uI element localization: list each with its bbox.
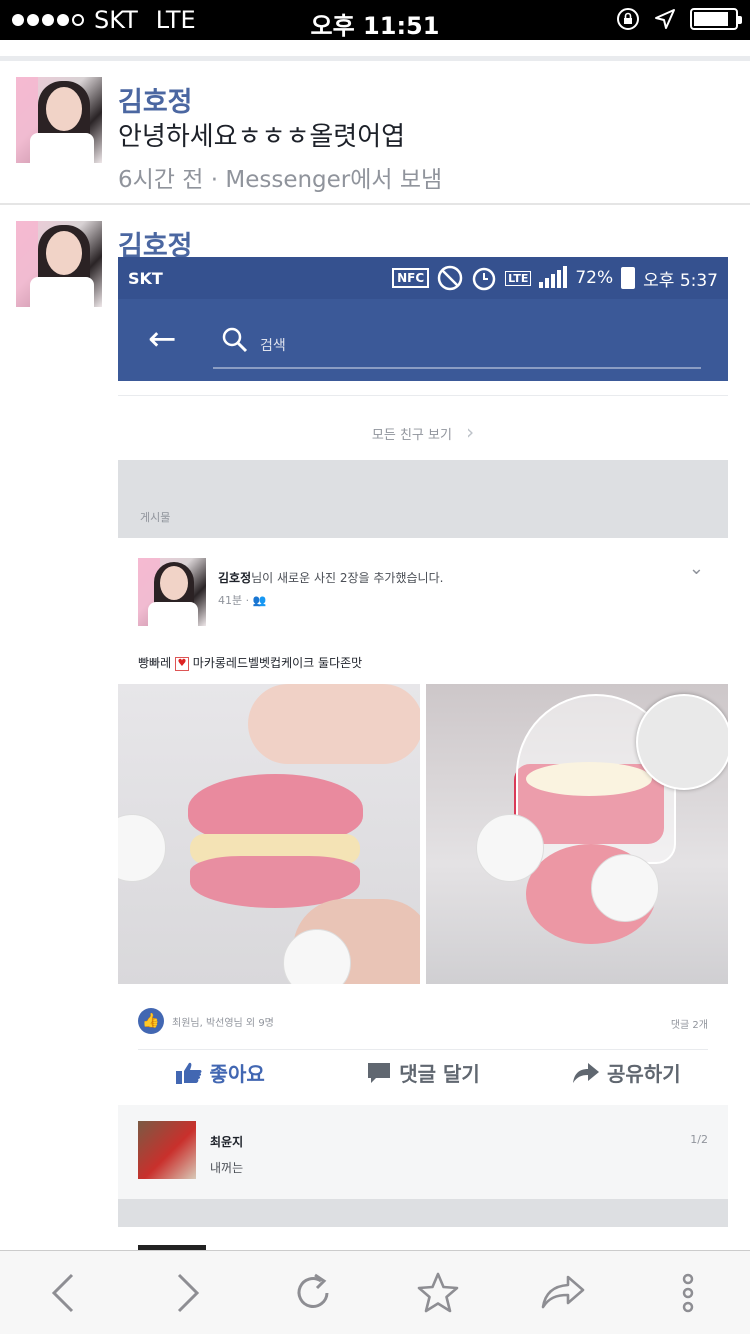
location-arrow-icon (655, 9, 675, 29)
reload-button[interactable] (281, 1261, 345, 1325)
commenter-avatar (138, 1121, 196, 1179)
lte-icon: LTE (505, 270, 532, 286)
message-text: 안녕하세요ㅎㅎㅎ올렷어엽 (118, 122, 406, 152)
reload-icon (297, 1273, 328, 1308)
cupcake-photo (426, 684, 728, 984)
post-author: 김호정 (218, 571, 252, 585)
see-all-friends: 모든 친구 보기 › (118, 395, 728, 457)
post-actions: 좋아요 댓글 달기 공유하기 (118, 1058, 728, 1087)
thumbs-up-icon (175, 1062, 202, 1084)
chevron-right-icon: › (466, 420, 475, 444)
like-icon: 👍 (138, 1008, 164, 1034)
bookmark-button[interactable] (406, 1261, 470, 1325)
section-header: 게시물 (118, 460, 728, 538)
browser-toolbar (0, 1250, 750, 1334)
share-icon (541, 1275, 584, 1308)
message-meta: 6시간 전 · Messenger에서 보냄 (118, 167, 443, 193)
heart-icon: ♥ (174, 656, 189, 671)
status-bar: SKT LTE 오후 11:51 (0, 0, 750, 40)
post-header: 김호정님이 새로운 사진 2장을 추가했습니다. (218, 569, 443, 586)
back-button[interactable] (31, 1261, 95, 1325)
embedded-status-bar: SKT NFC LTE 72% 오후 5:37 (118, 257, 728, 299)
macaron-photo (118, 684, 420, 984)
likes-summary: 👍 최원님, 박선영님 외 9명 (138, 1008, 274, 1034)
comment-preview: 최윤지 내꺼는 1/2 (118, 1105, 728, 1199)
comment-action: 댓글 달기 (321, 1058, 524, 1087)
comment-text: 내꺼는 (210, 1161, 244, 1175)
post-action: 님이 새로운 사진 2장을 추가했습니다. (251, 571, 444, 585)
search-label: 검색 (260, 338, 286, 354)
bookmark-icon (417, 1272, 458, 1312)
search-bar: ← 검색 (118, 299, 728, 381)
shared-screenshot[interactable]: SKT NFC LTE 72% 오후 5:37 ← 검색 모든 친구 보기 › … (118, 257, 728, 1252)
back-arrow-icon: ← (148, 319, 177, 359)
avatar[interactable] (16, 77, 102, 163)
section-title: 게시물 (140, 511, 171, 524)
mute-icon (437, 265, 463, 291)
post-avatar (138, 558, 206, 626)
battery-percent: 72% (575, 268, 614, 288)
share-button[interactable] (531, 1261, 595, 1325)
divider (0, 56, 750, 61)
post-text: 빵빠레 ♥ 마카롱레드벨벳컵케이크 둘다존맛 (138, 656, 363, 671)
battery-icon (690, 8, 742, 30)
share-arrow-icon (573, 1063, 600, 1083)
divider (0, 203, 750, 205)
post-card: 김호정님이 새로운 사진 2장을 추가했습니다. 41분 · 👥 ⌄ 빵빠레 ♥… (118, 538, 728, 1105)
nfc-icon: NFC (392, 268, 430, 288)
like-action: 좋아요 (118, 1058, 321, 1087)
avatar[interactable] (16, 221, 102, 307)
sender-name[interactable]: 김호정 (118, 80, 193, 119)
battery-icon (621, 267, 636, 289)
rotation-lock-icon (617, 8, 639, 30)
comment-icon (368, 1063, 391, 1083)
more-icon (682, 1273, 693, 1312)
forward-button[interactable] (156, 1261, 220, 1325)
signal-icon (539, 266, 568, 288)
friends-icon: 👥 (252, 594, 267, 607)
forward-icon (177, 1273, 199, 1312)
comment-page: 1/2 (690, 1133, 708, 1146)
alarm-icon (472, 267, 496, 291)
facebook-header: SKT NFC LTE 72% 오후 5:37 ← 검색 (118, 257, 728, 381)
commenter-name: 최윤지 (210, 1135, 244, 1149)
more-button[interactable] (656, 1261, 720, 1325)
back-icon (51, 1273, 73, 1312)
post-time: 41분 · 👥 (218, 594, 267, 607)
chat-head-bubble (636, 694, 728, 790)
share-action: 공유하기 (525, 1058, 728, 1087)
chevron-down-icon: ⌄ (688, 558, 704, 579)
search-icon (222, 327, 248, 353)
comments-count: 댓글 2개 (670, 1020, 708, 1031)
embedded-time: 오후 5:37 (643, 270, 718, 291)
